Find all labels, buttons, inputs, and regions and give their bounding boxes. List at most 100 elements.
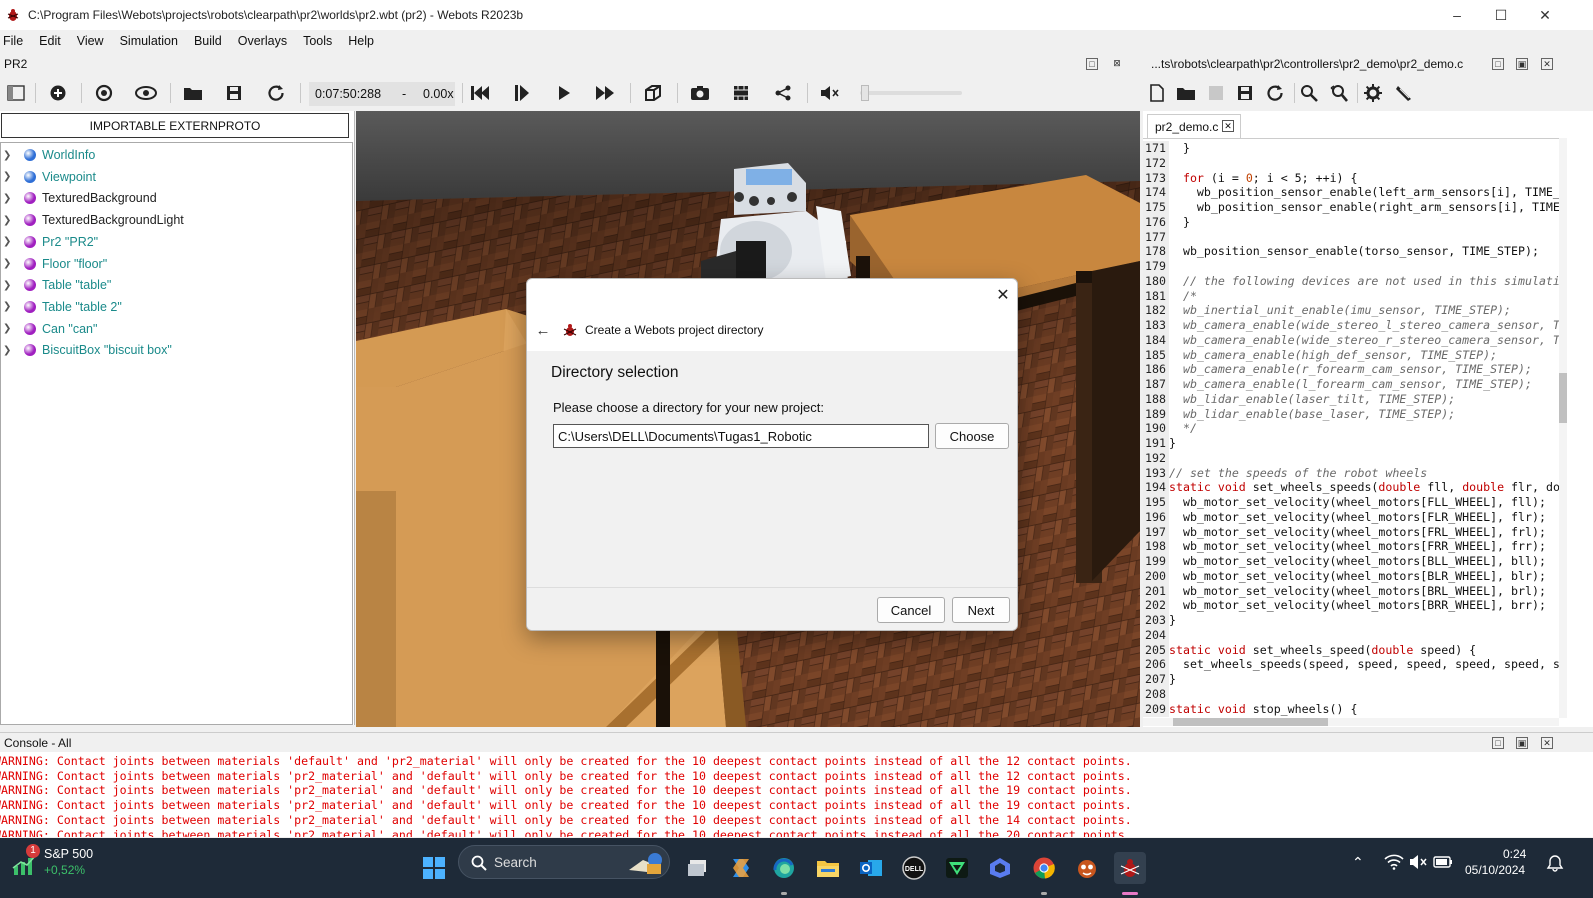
battery-icon[interactable] — [1433, 856, 1453, 868]
dell-icon[interactable]: DELL — [898, 852, 930, 884]
expand-arrow-icon[interactable]: ❯ — [3, 280, 13, 291]
close-icon[interactable]: ✕ — [1523, 0, 1567, 30]
editor-horizontal-scrollbar[interactable] — [1143, 718, 1559, 726]
wifi-icon[interactable] — [1384, 854, 1404, 870]
app-icon[interactable] — [984, 852, 1016, 884]
editor-float-icon[interactable]: □ — [1492, 58, 1504, 70]
expand-arrow-icon[interactable]: ❯ — [3, 150, 13, 161]
editor-hscroll-thumb[interactable] — [1173, 718, 1328, 726]
editor-undock-icon[interactable]: ▣ — [1516, 58, 1528, 70]
console-close-icon[interactable]: ✕ — [1541, 737, 1553, 749]
menu-help[interactable]: Help — [340, 34, 382, 48]
step-icon[interactable] — [510, 81, 534, 105]
toggle-scene-tree-icon[interactable] — [4, 81, 28, 105]
menu-tools[interactable]: Tools — [295, 34, 340, 48]
find-icon[interactable] — [1297, 81, 1321, 105]
cancel-button[interactable]: Cancel — [877, 597, 945, 623]
scene-tree-node[interactable]: ❯ Pr2 "PR2" — [1, 232, 98, 252]
expand-arrow-icon[interactable]: ❯ — [3, 301, 13, 312]
notifications-bell-icon[interactable] — [1546, 854, 1564, 872]
maximize-icon[interactable]: ☐ — [1479, 0, 1523, 30]
record-movie-icon[interactable] — [729, 81, 753, 105]
code-area[interactable]: 171 } 172 173 for (i = 0; i < 5; ++i) {174… — [1143, 138, 1561, 718]
chrome-icon[interactable] — [1028, 852, 1060, 884]
open-world-icon[interactable] — [181, 81, 205, 105]
dialog-close-icon[interactable]: ✕ — [991, 283, 1015, 307]
editor-scroll-thumb[interactable] — [1559, 373, 1567, 423]
volume-muted-icon[interactable] — [1409, 854, 1427, 870]
scene-tree-node[interactable]: ❯ BiscuitBox "biscuit box" — [1, 340, 172, 360]
reload-world-icon[interactable] — [264, 81, 288, 105]
back-arrow-icon[interactable]: ← — [533, 321, 553, 339]
menu-edit[interactable]: Edit — [31, 34, 69, 48]
directory-path-input[interactable] — [553, 424, 929, 448]
game-app-icon[interactable] — [1071, 852, 1103, 884]
importable-externproto-button[interactable]: IMPORTABLE EXTERNPROTO — [1, 113, 349, 138]
scene-tree-node[interactable]: ❯ TexturedBackgroundLight — [1, 210, 184, 230]
scene-tree-node[interactable]: ❯ WorldInfo — [1, 145, 95, 165]
choose-button[interactable]: Choose — [935, 423, 1009, 449]
editor-close-icon[interactable]: ✕ — [1541, 58, 1553, 70]
next-button[interactable]: Next — [952, 597, 1010, 623]
console-float-icon[interactable]: □ — [1492, 737, 1504, 749]
rendering-icon[interactable] — [641, 81, 665, 105]
fast-forward-icon[interactable] — [593, 81, 617, 105]
menu-overlays[interactable]: Overlays — [230, 34, 295, 48]
chevron-up-icon[interactable]: ⌃ — [1352, 854, 1364, 871]
scene-tree-node[interactable]: ❯ Floor "floor" — [1, 254, 107, 274]
expand-arrow-icon[interactable]: ❯ — [3, 323, 13, 334]
editor-vertical-scrollbar[interactable] — [1559, 138, 1567, 718]
save-file-disabled-icon[interactable] — [1204, 81, 1228, 105]
expand-arrow-icon[interactable]: ❯ — [3, 193, 13, 204]
volume-slider[interactable] — [860, 85, 962, 101]
new-file-icon[interactable] — [1145, 81, 1169, 105]
mute-icon[interactable] — [818, 81, 842, 105]
menu-simulation[interactable]: Simulation — [112, 34, 186, 48]
screenshot-icon[interactable] — [688, 81, 712, 105]
start-icon[interactable] — [418, 852, 450, 884]
menu-file[interactable]: File — [0, 34, 31, 48]
menu-build[interactable]: Build — [186, 34, 230, 48]
build-settings-icon[interactable] — [1361, 81, 1385, 105]
reset-simulation-icon[interactable] — [468, 81, 492, 105]
share-icon[interactable] — [771, 81, 795, 105]
view-visibility-icon[interactable] — [134, 81, 158, 105]
scene-tree-node[interactable]: ❯ Can "can" — [1, 319, 97, 339]
menu-view[interactable]: View — [69, 34, 112, 48]
clock-time[interactable]: 0:24 — [1503, 847, 1526, 861]
vpn-app-icon[interactable] — [941, 852, 973, 884]
taskbar-search[interactable]: Search — [458, 845, 670, 879]
minimize-icon[interactable]: – — [1435, 0, 1479, 30]
volume-slider-handle[interactable] — [861, 85, 869, 101]
expand-arrow-icon[interactable]: ❯ — [3, 345, 13, 356]
scene-tree-node[interactable]: ❯ TexturedBackground — [1, 188, 157, 208]
console-output[interactable]: WARNING: Contact joints between material… — [0, 752, 1593, 837]
find-replace-icon[interactable] — [1327, 81, 1351, 105]
outlook-icon[interactable] — [855, 852, 887, 884]
edge-icon[interactable] — [768, 852, 800, 884]
scene-tree-node[interactable]: ❯ Viewpoint — [1, 167, 96, 187]
expand-arrow-icon[interactable]: ❯ — [3, 236, 13, 247]
expand-arrow-icon[interactable]: ❯ — [3, 171, 13, 182]
tab-close-icon[interactable]: ✕ — [1222, 120, 1234, 132]
revert-file-icon[interactable] — [1263, 81, 1287, 105]
file-explorer-icon[interactable] — [812, 852, 844, 884]
expand-arrow-icon[interactable]: ❯ — [3, 258, 13, 269]
console-undock-icon[interactable]: ▣ — [1516, 737, 1528, 749]
save-world-icon[interactable] — [222, 81, 246, 105]
tab-pr2-demo-c[interactable]: pr2_demo.c ✕ — [1147, 114, 1241, 138]
scene-tree-node[interactable]: ❯ Table "table" — [1, 275, 111, 295]
save-as-icon[interactable] — [1233, 81, 1257, 105]
add-node-icon[interactable] — [46, 81, 70, 105]
stock-name[interactable]: S&P 500 — [44, 847, 93, 861]
follow-object-icon[interactable] — [92, 81, 116, 105]
task-view-icon[interactable] — [682, 852, 714, 884]
copilot-icon[interactable] — [725, 852, 757, 884]
open-file-icon[interactable] — [1174, 81, 1198, 105]
clock-date[interactable]: 05/10/2024 — [1465, 863, 1525, 877]
expand-arrow-icon[interactable]: ❯ — [3, 215, 13, 226]
webots-taskbar-icon[interactable] — [1114, 852, 1146, 884]
run-icon[interactable] — [552, 81, 576, 105]
float-pane-icon[interactable]: □ — [1086, 58, 1098, 70]
close-pane-icon[interactable]: ⊠ — [1111, 58, 1123, 70]
